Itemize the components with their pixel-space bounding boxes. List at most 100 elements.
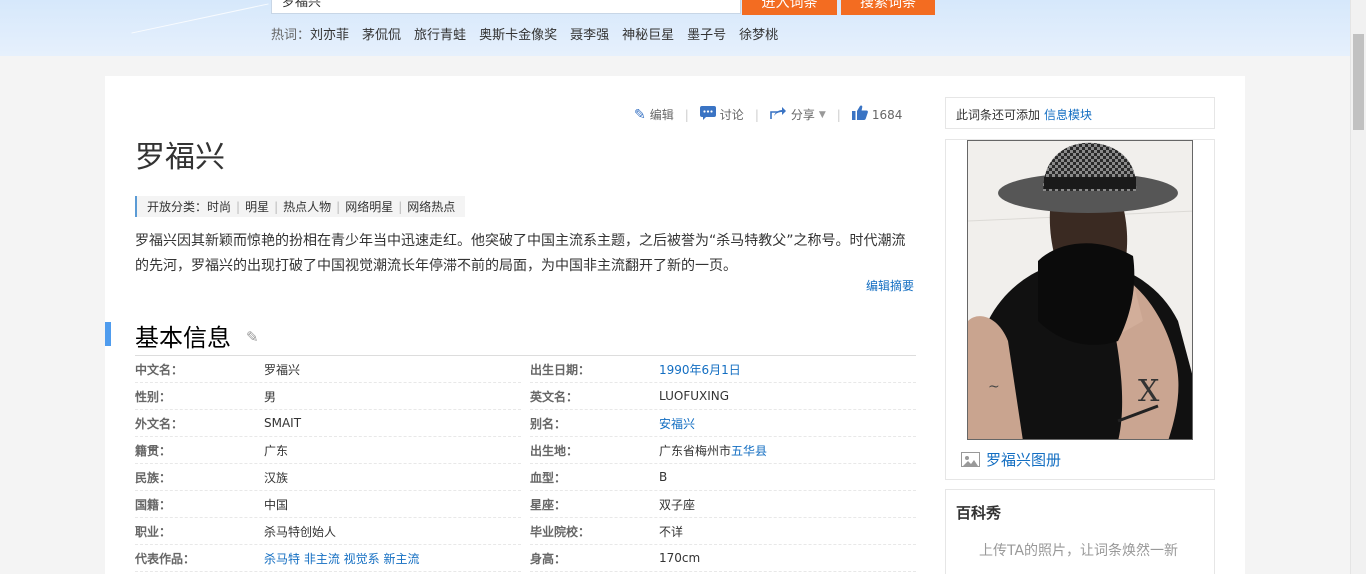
hot-word[interactable]: 聂李强	[570, 24, 609, 43]
page-scrollbar[interactable]	[1350, 0, 1366, 574]
info-row: 外文名： SMAIT	[135, 410, 521, 437]
info-value-text: 广东省梅州市	[659, 443, 732, 458]
image-icon	[961, 452, 980, 467]
info-value-link[interactable]: 五华县	[731, 444, 767, 458]
info-row: 星座： 双子座	[530, 491, 916, 518]
hot-word[interactable]: 旅行青蛙	[414, 24, 466, 43]
info-key: 代表作品：	[135, 551, 196, 566]
info-value: 广东	[264, 443, 289, 458]
info-row: 血型： B	[530, 464, 916, 491]
info-row: 职业： 杀马特创始人	[135, 518, 521, 545]
info-key: 民族：	[135, 470, 172, 485]
add-module-link[interactable]: 信息模块	[1044, 108, 1092, 122]
info-key: 别名：	[530, 416, 567, 431]
share-label: 分享	[790, 108, 815, 122]
hot-words: 热词： 刘亦菲 茅侃侃 旅行青蛙 奥斯卡金像奖 聂李强 神秘巨星 墨子号 徐梦桃	[271, 24, 778, 43]
category-divider: |	[274, 199, 279, 214]
info-value: 罗福兴	[264, 362, 301, 377]
toolbar-divider: |	[754, 107, 759, 122]
like-count: 1684	[871, 107, 903, 122]
info-key: 出生地：	[530, 443, 579, 458]
chevron-down-icon: ▼	[818, 109, 826, 120]
info-value: 中国	[264, 497, 289, 512]
category-tag[interactable]: 时尚	[207, 198, 231, 215]
info-value-link[interactable]: 杀马特 非主流 视觉系 新主流	[264, 550, 419, 567]
svg-text:~: ~	[988, 379, 1000, 395]
hot-word[interactable]: 墨子号	[687, 24, 726, 43]
thumbs-up-icon	[851, 105, 868, 124]
info-row: 籍贯： 广东	[135, 437, 521, 464]
category-tag[interactable]: 网络热点	[407, 198, 455, 215]
info-value: SMAIT	[264, 416, 302, 430]
info-value: 170cm	[659, 551, 701, 565]
info-row: 出生日期： 1990年6月1日	[530, 356, 916, 383]
album-link[interactable]: 罗福兴图册	[961, 449, 1061, 470]
portrait-box: X ~ 罗福兴图册	[945, 139, 1215, 480]
hot-word[interactable]: 徐梦桃	[739, 24, 778, 43]
hot-word[interactable]: 神秘巨星	[622, 24, 674, 43]
edit-label: 编辑	[649, 108, 674, 122]
info-key: 出生日期：	[530, 362, 591, 377]
pencil-icon[interactable]: ✎	[246, 328, 259, 346]
info-row: 身高： 170cm	[530, 545, 916, 572]
info-key: 国籍：	[135, 497, 172, 512]
search-entry-button[interactable]: 搜索词条	[841, 0, 935, 15]
toolbar-divider: |	[836, 107, 841, 122]
hot-words-label: 热词：	[271, 28, 311, 43]
category-tag[interactable]: 网络明星	[345, 198, 393, 215]
baike-show-title: 百科秀	[956, 504, 1002, 522]
basic-info-right: 出生日期： 1990年6月1日 英文名： LUOFUXING 别名： 安福兴 出生地：…	[530, 356, 916, 572]
info-value: 男	[264, 389, 277, 404]
search-input[interactable]	[271, 0, 741, 14]
info-key: 性别：	[135, 389, 172, 404]
add-module-text: 此词条还可添加	[956, 108, 1041, 122]
info-value-link[interactable]: 安福兴	[659, 415, 695, 432]
info-value: 杀马特创始人	[264, 524, 337, 539]
svg-text:X: X	[1138, 374, 1160, 409]
info-value: 汉族	[264, 470, 289, 485]
portrait-image[interactable]: X ~	[967, 140, 1193, 440]
category-divider: |	[336, 199, 341, 214]
hot-word[interactable]: 茅侃侃	[362, 24, 401, 43]
like-button[interactable]: 1684	[851, 105, 903, 124]
info-row: 别名： 安福兴	[530, 410, 916, 437]
info-value-link[interactable]: 1990年6月1日	[659, 361, 741, 378]
info-key: 英文名：	[530, 389, 579, 404]
section-marker	[105, 322, 111, 346]
enter-entry-button[interactable]: 进入词条	[742, 0, 837, 15]
info-value: 双子座	[659, 497, 696, 512]
discuss-button[interactable]: 讨论	[699, 105, 744, 124]
open-categories: 开放分类： 时尚 | 明星 | 热点人物 | 网络明星 | 网络热点	[135, 196, 466, 217]
info-value: LUOFUXING	[659, 389, 730, 403]
category-divider: |	[236, 199, 241, 214]
toolbar-divider: |	[684, 107, 689, 122]
info-value: 不详	[659, 524, 684, 539]
info-key: 身高：	[530, 551, 567, 566]
page-title: 罗福兴	[135, 140, 225, 175]
info-row: 民族： 汉族	[135, 464, 521, 491]
info-value: 广东省梅州市五华县	[659, 442, 767, 459]
header-decoration	[131, 3, 269, 34]
chat-icon	[699, 105, 716, 124]
share-button[interactable]: 分享 ▼	[770, 106, 826, 124]
scrollbar-thumb[interactable]	[1353, 34, 1364, 130]
info-row: 毕业院校： 不详	[530, 518, 916, 545]
entry-toolbar: ✎ 编辑 | 讨论 | 分享 ▼ | 1684	[634, 105, 902, 124]
info-value: B	[659, 470, 668, 484]
info-key: 籍贯：	[135, 443, 172, 458]
basic-info-left: 中文名： 罗福兴 性别： 男 外文名： SMAIT 籍贯： 广东 民族： 汉族 国籍： 中国…	[135, 356, 521, 572]
add-module-box: 此词条还可添加 信息模块	[945, 97, 1215, 129]
hot-word[interactable]: 刘亦菲	[310, 24, 349, 43]
info-key: 中文名：	[135, 362, 184, 377]
category-tag[interactable]: 热点人物	[283, 198, 331, 215]
edit-summary-link[interactable]: 编辑摘要	[866, 277, 914, 294]
category-divider: |	[398, 199, 403, 214]
edit-button[interactable]: ✎ 编辑	[634, 106, 674, 123]
info-row: 英文名： LUOFUXING	[530, 383, 916, 410]
hot-word[interactable]: 奥斯卡金像奖	[479, 24, 557, 43]
info-row: 国籍： 中国	[135, 491, 521, 518]
baike-show-desc[interactable]: 上传TA的照片，让词条焕然一新	[979, 540, 1178, 560]
album-label: 罗福兴图册	[986, 451, 1062, 469]
site-header: 进入词条 搜索词条 热词： 刘亦菲 茅侃侃 旅行青蛙 奥斯卡金像奖 聂李强 神秘…	[0, 0, 1350, 56]
category-tag[interactable]: 明星	[245, 198, 269, 215]
